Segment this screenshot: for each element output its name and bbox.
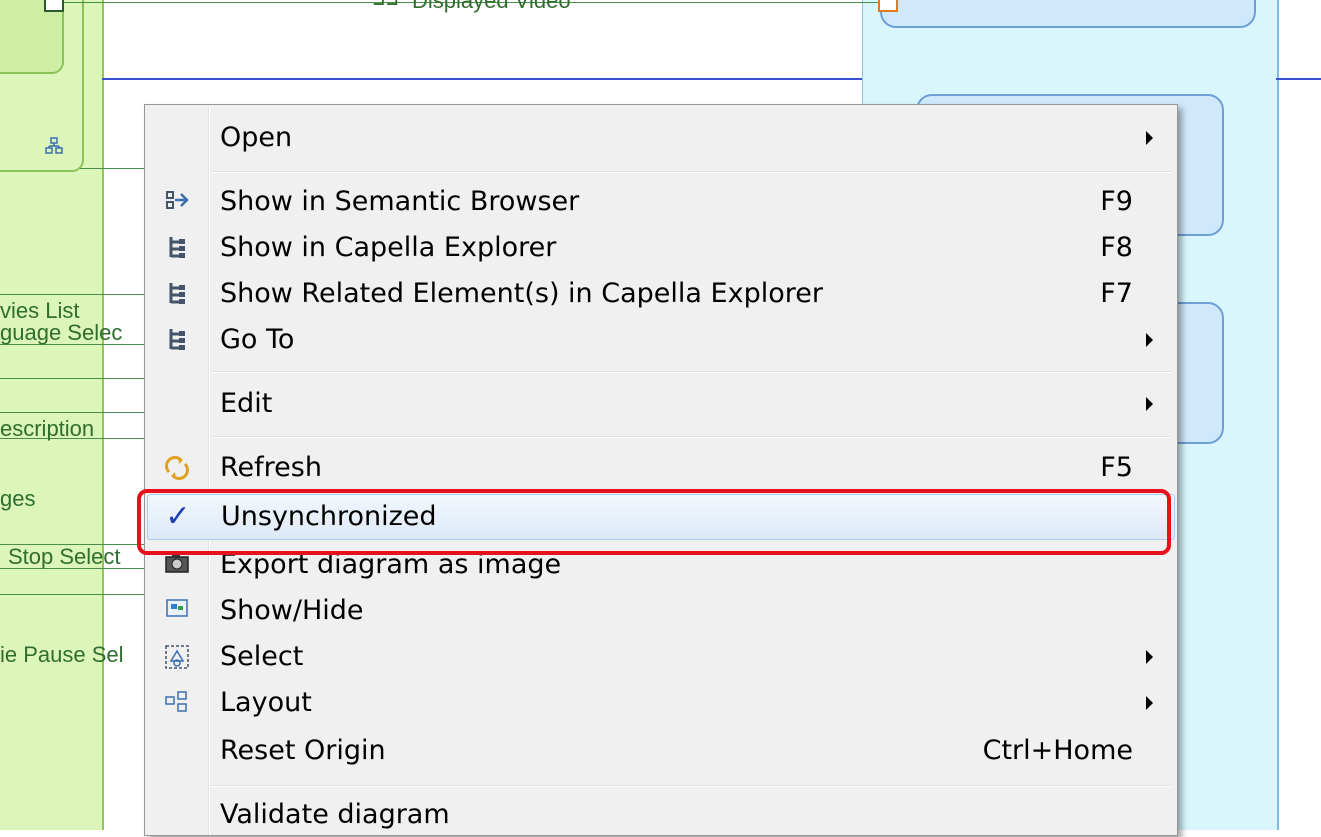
submenu-arrow-icon: [1146, 333, 1153, 347]
input-port[interactable]: [878, 0, 898, 12]
flow-line: [0, 594, 144, 595]
menu-item-show-hide[interactable]: Show/Hide: [147, 589, 1175, 633]
menu-item-refresh[interactable]: Refresh F5: [147, 446, 1175, 490]
menu-item-label: Export diagram as image: [220, 549, 562, 580]
menu-item-label: Go To: [220, 324, 295, 355]
exchange-item-icon: ⊐⊐: [372, 0, 408, 10]
menu-item-export-diagram-as-image[interactable]: Export diagram as image: [147, 543, 1175, 587]
select-icon: [157, 643, 197, 671]
menu-item-reset-origin[interactable]: Reset Origin Ctrl+Home: [147, 729, 1175, 773]
menu-item-label: Show/Hide: [220, 595, 364, 626]
flow-label-displayed-video[interactable]: Displayed Video: [412, 0, 571, 14]
menu-separator: [211, 785, 1171, 787]
menu-item-label: Edit: [220, 388, 273, 419]
semantic-browser-icon: [157, 188, 197, 216]
menu-item-label: Unsynchronized: [221, 501, 437, 532]
show-hide-icon: [157, 597, 197, 625]
menu-item-layout[interactable]: Layout: [147, 681, 1175, 725]
submenu-arrow-icon: [1146, 397, 1153, 411]
menu-item-show-in-capella-explorer[interactable]: Show in Capella Explorer F8: [147, 226, 1175, 270]
tree-icon: [157, 326, 197, 354]
tree-icon: [157, 280, 197, 308]
menu-item-shortcut: F8: [1100, 232, 1133, 263]
submenu-arrow-icon: [1146, 131, 1153, 145]
menu-item-label: Show in Semantic Browser: [220, 186, 580, 217]
menu-item-label: Show Related Element(s) in Capella Explo…: [220, 278, 823, 309]
menu-item-shortcut: F5: [1100, 452, 1133, 483]
menu-item-shortcut: F7: [1100, 278, 1133, 309]
flow-label-stop-select[interactable]: Stop Select: [8, 544, 121, 570]
menu-separator: [211, 436, 1171, 438]
flow-line: [80, 168, 144, 169]
submenu-arrow-icon: [1146, 696, 1153, 710]
hierarchy-icon: [44, 136, 64, 156]
blue-connector-line-right: [1276, 78, 1321, 80]
menu-item-label: Refresh: [220, 452, 322, 483]
menu-item-label: Select: [220, 641, 304, 672]
flow-label-images[interactable]: ges: [0, 486, 35, 512]
context-menu: Open Show in Semantic Browser F9 Show in…: [144, 104, 1178, 836]
menu-item-show-related-elements[interactable]: Show Related Element(s) in Capella Explo…: [147, 272, 1175, 316]
menu-item-shortcut: F9: [1100, 186, 1133, 217]
menu-item-validate-diagram[interactable]: Validate diagram: [147, 793, 1175, 837]
blue-connector-line: [102, 78, 862, 80]
menu-item-select[interactable]: Select: [147, 635, 1175, 679]
menu-item-show-in-semantic-browser[interactable]: Show in Semantic Browser F9: [147, 180, 1175, 224]
flow-label-language-select[interactable]: guage Selec: [0, 320, 122, 346]
menu-separator: [211, 371, 1171, 373]
flow-line: [0, 378, 144, 379]
output-port[interactable]: [44, 0, 64, 12]
menu-item-shortcut: Ctrl+Home: [982, 735, 1133, 766]
camera-icon: [157, 551, 197, 579]
checkmark-icon: ✓: [165, 499, 191, 534]
layout-icon: [157, 689, 197, 717]
right-component-box-top[interactable]: [880, 0, 1256, 28]
flow-line: [0, 294, 144, 295]
menu-item-label: Validate diagram: [220, 799, 450, 830]
menu-item-label: Layout: [220, 687, 312, 718]
menu-item-edit[interactable]: Edit: [147, 382, 1175, 426]
menu-item-unsynchronized[interactable]: ✓ Unsynchronized: [147, 494, 1175, 540]
menu-item-label: Open: [220, 122, 293, 153]
menu-separator: [211, 171, 1171, 173]
menu-item-go-to[interactable]: Go To: [147, 318, 1175, 362]
tree-icon: [157, 234, 197, 262]
menu-item-label: Show in Capella Explorer: [220, 232, 557, 263]
menu-item-open[interactable]: Open: [147, 116, 1175, 160]
flow-line: [0, 412, 144, 413]
flow-label-description[interactable]: escription: [0, 416, 94, 442]
menu-item-label: Reset Origin: [220, 735, 386, 766]
flow-label-pause-select[interactable]: ie Pause Sel: [0, 642, 124, 668]
submenu-arrow-icon: [1146, 650, 1153, 664]
refresh-icon: [157, 454, 197, 482]
